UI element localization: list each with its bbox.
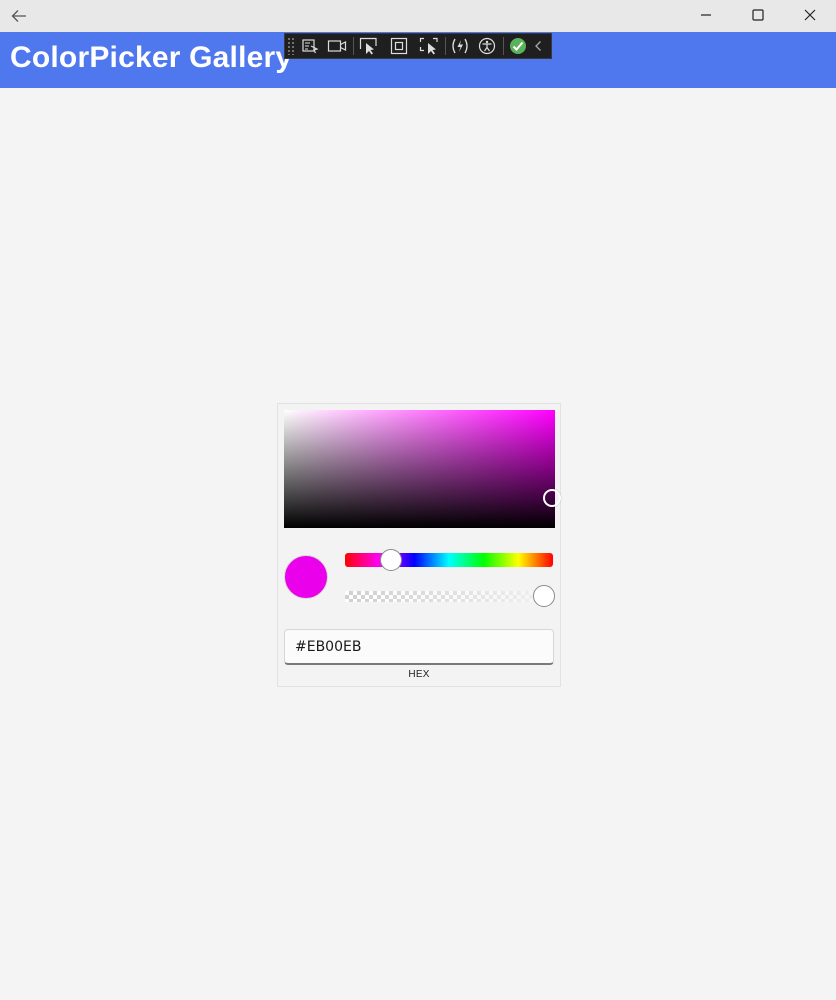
live-visual-tree-icon [302, 39, 319, 54]
close-button[interactable] [784, 0, 836, 30]
hex-label: HEX [408, 669, 430, 680]
hue-slider[interactable] [345, 549, 553, 571]
live-visual-tree-button[interactable] [298, 36, 322, 56]
video-camera-icon [327, 40, 347, 52]
toolbar-grip-handle[interactable] [287, 37, 295, 55]
minimize-icon [701, 14, 711, 16]
collapse-toolbar-icon [535, 41, 541, 51]
accessibility-checker-button[interactable] [475, 36, 499, 56]
record-button[interactable] [325, 36, 349, 56]
binding-failures-ok-icon [510, 38, 526, 54]
track-focus-button[interactable] [417, 36, 441, 56]
accessibility-checker-icon [478, 37, 496, 55]
hot-reload-button[interactable] [448, 36, 472, 56]
hot-reload-icon [452, 38, 468, 54]
alpha-slider[interactable] [345, 591, 551, 602]
select-element-button[interactable] [357, 36, 381, 56]
window-title-bar [0, 0, 836, 32]
collapse-toolbar-button[interactable] [530, 36, 546, 56]
toolbar-separator [353, 37, 354, 55]
color-picker: HEX [277, 403, 561, 687]
track-focus-icon [419, 37, 438, 55]
binding-failures-button[interactable] [506, 36, 530, 56]
back-button[interactable] [0, 0, 38, 32]
minimize-button[interactable] [680, 0, 732, 30]
color-preview-swatch [284, 555, 328, 599]
color-spectrum-thumb[interactable] [543, 489, 561, 508]
maximize-button[interactable] [732, 0, 784, 30]
close-icon [804, 9, 816, 21]
toolbar-separator [503, 37, 504, 55]
select-element-icon [359, 37, 377, 55]
page-title: ColorPicker Gallery [10, 41, 293, 74]
display-layout-adorners-button[interactable] [387, 36, 411, 56]
alpha-gradient [345, 591, 551, 602]
toolbar-separator [445, 37, 446, 55]
alpha-slider-thumb[interactable] [533, 585, 555, 607]
hex-input-box[interactable] [284, 629, 554, 665]
display-layout-adorners-icon [390, 37, 408, 55]
hue-slider-thumb[interactable] [380, 549, 403, 571]
maximize-icon [752, 9, 764, 21]
color-spectrum[interactable] [284, 410, 561, 528]
xaml-debug-toolbar [284, 33, 552, 59]
back-arrow-icon [11, 10, 26, 22]
hex-input[interactable] [295, 637, 535, 657]
